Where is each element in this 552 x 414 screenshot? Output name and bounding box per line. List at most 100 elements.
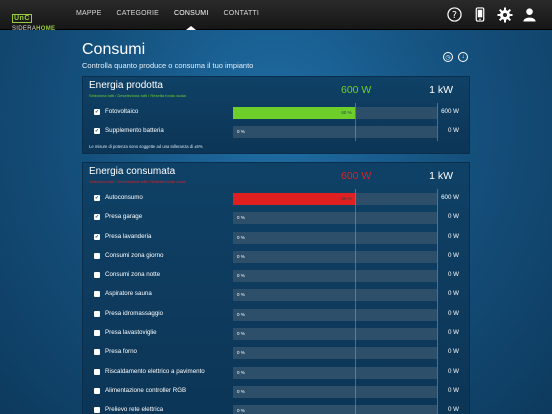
checkbox[interactable] (94, 368, 100, 375)
arrow-down-icon[interactable]: ↓ (458, 52, 468, 62)
power-value: 0 W (447, 329, 459, 337)
percent-label: 0 % (237, 129, 245, 135)
consumed-links[interactable]: Seleziona tutti / Deseleziona tutti / Re… (89, 179, 186, 184)
produced-scale: 1 kW (429, 84, 453, 96)
top-bar: UnC SIDERAHOME MAPPE CATEGORIE CONSUMI C… (0, 0, 552, 32)
percent-label: 0 % (237, 234, 245, 240)
power-bar: 0 % (233, 270, 437, 283)
checkbox[interactable]: ✓ (94, 233, 100, 240)
scale-line (437, 103, 438, 141)
power-value: 600 W (441, 108, 459, 115)
power-value: 0 W (447, 367, 459, 375)
help-icon[interactable]: ? (446, 6, 463, 23)
power-bar: 0 % (233, 385, 437, 398)
percent-label: 0 % (237, 292, 245, 298)
list-item: ✓ Presa lavanderia 0 % 0 W (83, 228, 469, 247)
power-bar-fill (233, 107, 356, 119)
item-label: Presa lavastoviglie (105, 329, 157, 337)
power-bar: 0 % (233, 366, 437, 379)
percent-label: 0 % (237, 369, 245, 375)
list-item: Presa idromassaggio 0 % 0 W (83, 305, 469, 324)
list-item: ✓ Presa garage 0 % 0 W (83, 208, 469, 227)
scale-line (437, 189, 438, 414)
item-label: Presa forno (105, 348, 137, 356)
power-value: 0 W (447, 348, 459, 356)
power-value: 0 W (447, 127, 459, 135)
checkbox[interactable] (94, 407, 100, 414)
percent-label: 0 % (237, 253, 245, 259)
checkbox[interactable] (94, 291, 100, 298)
nav-categorie[interactable]: CATEGORIE (117, 0, 160, 30)
logo-brand: SIDERAHOME (12, 26, 60, 32)
power-bar: 0 % (233, 328, 437, 341)
checkbox[interactable]: ✓ (94, 128, 100, 135)
nav-contatti[interactable]: CONTATTI (224, 0, 260, 30)
nav-mappe[interactable]: MAPPE (76, 0, 102, 30)
item-label: Alimentazione controller RGB (105, 386, 187, 394)
checkbox[interactable] (94, 387, 100, 394)
power-value: 0 W (447, 271, 459, 279)
checkbox[interactable] (94, 330, 100, 337)
checkbox[interactable] (94, 272, 100, 279)
list-item: ✓ Autoconsumo 60 % 600 W (83, 189, 469, 208)
checkbox[interactable] (94, 252, 100, 259)
percent-label: 0 % (237, 273, 245, 279)
consumed-rows: ✓ Autoconsumo 60 % 600 W ✓ Presa garage 0 % 0 W… (83, 189, 469, 414)
power-value: 0 W (447, 406, 459, 414)
consumed-title: Energia consumata (89, 166, 176, 177)
power-bar: 0 % (233, 212, 437, 225)
power-bar-fill (233, 193, 356, 205)
percent-label: 0 % (237, 331, 245, 337)
list-item: ✓ Fotovoltaico 60 % 600 W (83, 103, 469, 122)
list-item: Consumi zona notte 0 % 0 W (83, 266, 469, 285)
power-bar: 0 % (233, 405, 437, 414)
list-item: ✓ Supplemento batteria 0 % 0 W (83, 122, 469, 141)
item-label: Aspiratore sauna (105, 290, 152, 298)
clock-icon[interactable]: ◷ (443, 52, 453, 62)
produced-links[interactable]: Seleziona tutti / Deseleziona tutti / Re… (89, 93, 186, 98)
scale-line (355, 103, 357, 141)
list-item: Consumi zona giorno 0 % 0 W (83, 247, 469, 266)
percent-label: 0 % (237, 215, 245, 221)
percent-label: 0 % (237, 350, 245, 356)
page-title: Consumi (82, 41, 146, 58)
tolerance-note: Le misure di potenza sono soggette ad un… (89, 144, 203, 149)
power-bar: 0 % (233, 250, 437, 263)
list-item: Aspiratore sauna 0 % 0 W (83, 285, 469, 304)
power-value: 0 W (447, 290, 459, 298)
power-bar: 60 % (233, 107, 437, 119)
percent-label: 0 % (237, 388, 245, 394)
checkbox[interactable] (94, 349, 100, 356)
power-value: 0 W (447, 213, 459, 221)
item-label: Fotovoltaico (105, 108, 139, 115)
produced-rows: ✓ Fotovoltaico 60 % 600 W ✓ Supplemento batte… (83, 103, 469, 142)
checkbox[interactable]: ✓ (94, 195, 100, 201)
user-icon[interactable] (521, 6, 538, 23)
power-bar: 0 % (233, 308, 437, 321)
produced-total: 600 W (341, 84, 372, 96)
percent-label: 60 % (341, 110, 352, 115)
power-bar: 0 % (233, 289, 437, 302)
page-actions: ◷ ↓ (443, 52, 468, 62)
power-bar: 0 % (233, 231, 437, 244)
top-icons: ? (446, 6, 538, 23)
produced-title: Energia prodotta (89, 80, 163, 91)
percent-label: 60 % (341, 196, 352, 201)
checkbox[interactable]: ✓ (94, 109, 100, 115)
scale-line (355, 189, 357, 414)
checkbox[interactable] (94, 310, 100, 317)
power-value: 0 W (447, 251, 459, 259)
power-bar: 0 % (233, 347, 437, 360)
power-value: 0 W (447, 232, 459, 240)
item-label: Supplemento batteria (105, 127, 164, 135)
power-value: 0 W (447, 309, 459, 317)
nav-consumi[interactable]: CONSUMI (174, 0, 208, 30)
produced-header: Energia prodotta Seleziona tutti / Desel… (83, 77, 469, 103)
list-item: Prelievo rete elettrica 0 % 0 W (83, 401, 469, 414)
item-label: Consumi zona notte (105, 271, 161, 279)
svg-text:?: ? (452, 10, 457, 21)
checkbox[interactable]: ✓ (94, 214, 100, 221)
phone-icon[interactable] (471, 6, 488, 23)
logo-brand-b: HOME (36, 26, 56, 32)
gear-icon[interactable] (496, 6, 513, 23)
